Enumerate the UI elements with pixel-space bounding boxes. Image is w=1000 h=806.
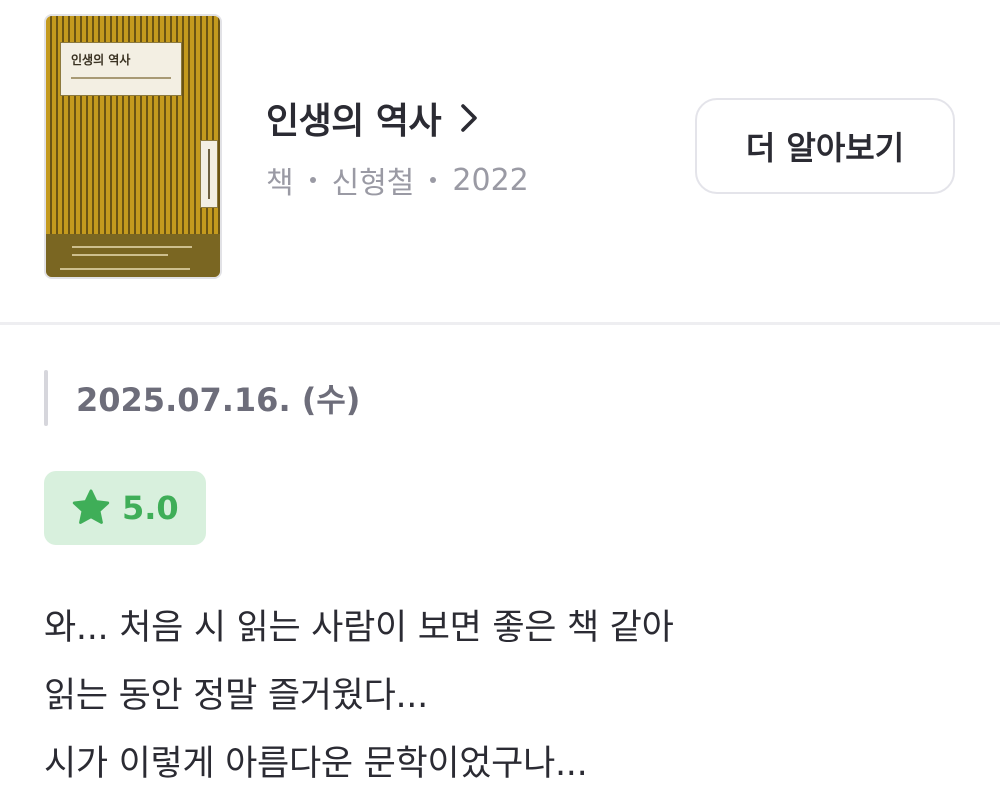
book-title: 인생의 역사 (266, 101, 442, 142)
cover-title: 인생의 역사 (71, 53, 131, 67)
review-line: 와... 처음 시 읽는 사람이 보면 좋은 책 같아 (44, 608, 674, 648)
rating-badge: 5.0 (44, 471, 206, 545)
review-line: 시가 이렇게 아름다운 문학이었구나... (44, 744, 588, 784)
review-date: 2025.07.16. (수) (76, 381, 361, 419)
book-year: 2022 (452, 162, 529, 198)
book-cover-image[interactable]: 인생의 역사 (44, 14, 222, 279)
book-type: 책 (266, 166, 294, 201)
section-divider (0, 322, 1000, 325)
meta-separator (430, 177, 437, 183)
cover-subtitle-line (71, 77, 171, 79)
chevron-right-icon (461, 104, 477, 132)
cover-spine-label (200, 140, 218, 208)
cover-quote-line (72, 254, 168, 256)
cover-bottom-band (46, 234, 220, 277)
book-meta: 책 신형철 2022 (266, 158, 529, 202)
date-accent-bar (44, 370, 48, 426)
learn-more-button[interactable]: 더 알아보기 (695, 98, 955, 194)
meta-separator (309, 177, 316, 183)
review-text: 와... 처음 시 읽는 사람이 보면 좋은 책 같아 읽는 동안 정말 즐거웠… (44, 594, 944, 798)
star-icon (72, 489, 110, 524)
review-line: 읽는 동안 정말 즐거웠다... (44, 676, 428, 716)
book-header: 인생의 역사 인생의 역사 책 신형철 2022 더 알아보기 (0, 0, 1000, 322)
cover-quote-line (72, 246, 192, 248)
cover-quote-line (60, 268, 190, 270)
book-title-link[interactable]: 인생의 역사 (266, 92, 483, 144)
review-date-row: 2025.07.16. (수) (44, 370, 360, 426)
book-author: 신형철 (331, 166, 415, 201)
cover-title-box: 인생의 역사 (60, 42, 182, 96)
rating-value: 5.0 (122, 489, 179, 527)
